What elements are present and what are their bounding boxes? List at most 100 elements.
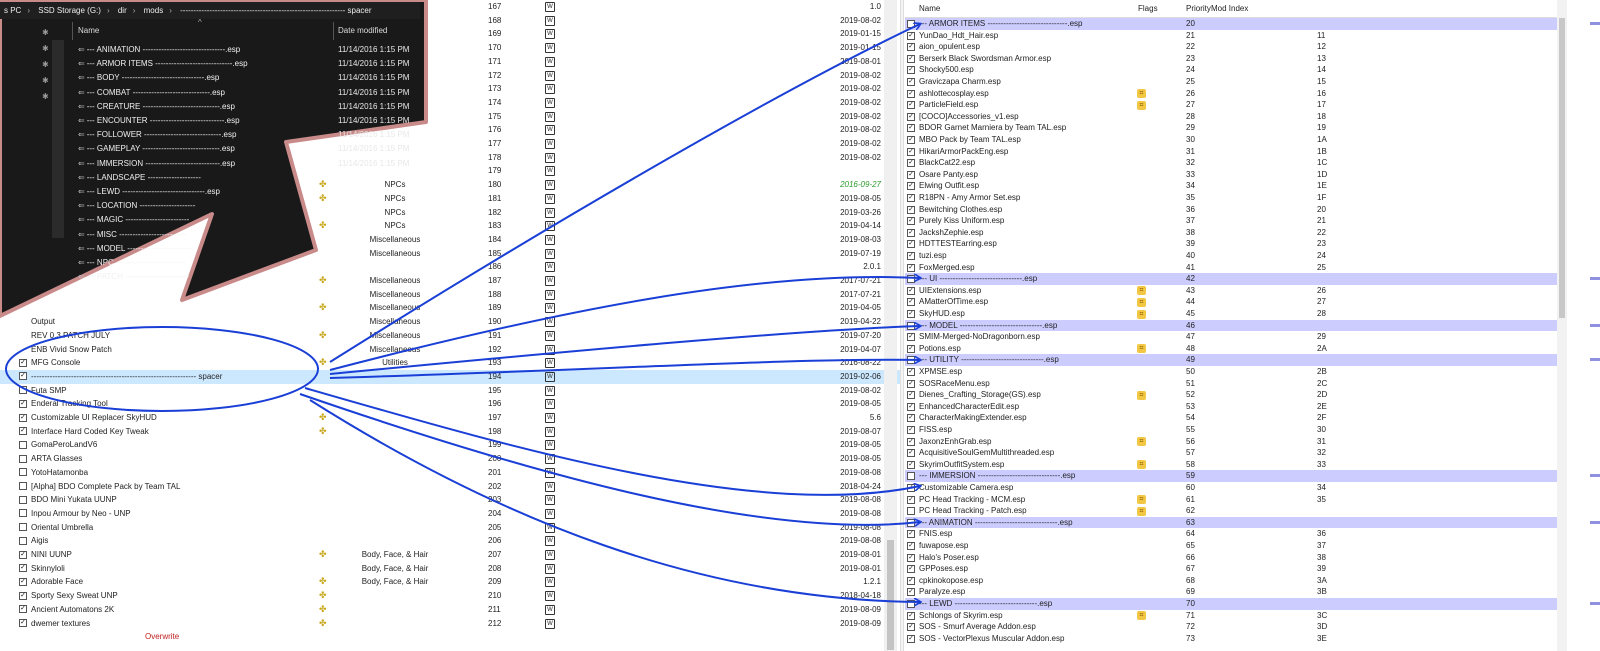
plugin-checkbox[interactable]: ✓ <box>907 484 915 492</box>
plugin-row[interactable]: ✓ FISS.esp 55 30 <box>905 424 1557 436</box>
nexus-icon[interactable]: W <box>545 440 555 451</box>
explorer-file-item[interactable]: ⇐ --- COMBAT ----------------------------… <box>78 86 409 100</box>
nexus-icon[interactable]: W <box>545 2 555 12</box>
plugin-row[interactable]: ✓ SOS - VectorPlexus Muscular Addon.esp 73… <box>905 633 1557 645</box>
plugin-checkbox[interactable]: ✓ <box>907 159 915 168</box>
nexus-icon[interactable]: W <box>545 234 555 245</box>
nexus-icon[interactable]: W <box>545 618 555 629</box>
plugin-checkbox[interactable]: ✓ <box>907 530 915 539</box>
explorer-file-item[interactable]: ⇐ --- ANIMATION -------------------------… <box>78 43 409 57</box>
mod-row[interactable]: Oriental Umbrella 205 W 2019-08-08 <box>0 521 900 535</box>
plugin-row[interactable]: ✓ Customizable Camera.esp 60 34 <box>905 482 1557 494</box>
plugin-checkbox[interactable]: ✓ <box>907 54 915 63</box>
mod-checkbox[interactable] <box>19 468 27 477</box>
overwrite-row[interactable]: Overwrite <box>0 630 900 644</box>
nexus-icon[interactable]: W <box>545 413 555 423</box>
nexus-icon[interactable]: W <box>545 180 555 191</box>
mod-row[interactable]: ARTA Glasses 200 W 2019-08-05 <box>0 452 900 466</box>
plugin-checkbox[interactable]: ✓ <box>907 205 915 214</box>
mod-checkbox[interactable]: ✓ <box>19 372 27 381</box>
nexus-icon[interactable]: W <box>545 207 555 218</box>
plugin-checkbox[interactable]: ✓ <box>907 136 915 144</box>
plugin-checkbox[interactable]: ✓ <box>907 542 915 550</box>
plugin-checkbox[interactable]: ✓ <box>907 124 915 133</box>
plugin-row[interactable]: ✓ Osare Panty.esp 33 1D <box>905 169 1557 181</box>
plugin-row[interactable]: ✓ Elwing Outfit.esp 34 1E <box>905 180 1557 192</box>
plugin-checkbox[interactable] <box>907 600 915 608</box>
plugin-checkbox[interactable]: ✓ <box>907 344 915 353</box>
pin-icon[interactable]: ✱ <box>42 44 49 53</box>
nexus-icon[interactable]: W <box>545 426 555 437</box>
plugin-separator-row[interactable]: --- IMMERSION --------------------------… <box>905 470 1557 482</box>
pane-splitter[interactable] <box>900 0 904 651</box>
nexus-icon[interactable]: W <box>545 84 555 95</box>
explorer-col-name[interactable]: Name <box>78 26 99 35</box>
plugin-row[interactable]: ✓ [COCO]Accessories_v1.esp 28 18 <box>905 111 1557 123</box>
plugin-row[interactable]: ✓ Shocky500.esp 24 14 <box>905 64 1557 76</box>
plugin-row[interactable]: ✓ SOSRaceMenu.esp 51 2C <box>905 378 1557 390</box>
mod-checkbox[interactable]: ✓ <box>19 564 27 573</box>
plugin-row[interactable]: ✓ Schlongs of Skyrim.esp ⌗ 71 3C <box>905 610 1557 622</box>
nexus-icon[interactable]: W <box>545 97 555 108</box>
plugin-row[interactable]: ✓ BDOR Garnet Marniera by Team TAL.esp 29 1… <box>905 122 1557 134</box>
nexus-icon[interactable]: W <box>545 495 555 506</box>
nexus-icon[interactable]: W <box>545 358 555 369</box>
pin-icon[interactable]: ✱ <box>42 92 49 101</box>
plugin-row[interactable]: ✓ cpkinokopose.esp 68 3A <box>905 575 1557 587</box>
plugin-checkbox[interactable]: ✓ <box>907 553 915 562</box>
mod-checkbox[interactable]: ✓ <box>19 591 27 600</box>
plugin-row[interactable]: ✓ R18PN - Amy Armor Set.esp 35 1F <box>905 192 1557 204</box>
mod-row[interactable]: ✓ Customizable UI Replacer SkyHUD ✤ 197 W 5.6 <box>0 411 900 425</box>
plugin-row[interactable]: ✓ JaxonzEnhGrab.esp ⌗ 56 31 <box>905 436 1557 448</box>
nexus-icon[interactable]: W <box>545 536 555 547</box>
plugin-checkbox[interactable]: ✓ <box>907 333 915 342</box>
mod-checkbox[interactable]: ✓ <box>19 399 27 408</box>
plugin-checkbox[interactable]: ✓ <box>907 170 915 179</box>
explorer-file-item[interactable]: ⇐ --- CREATURE --------------------------… <box>78 100 409 114</box>
plugin-row[interactable]: ✓ JackshZephie.esp 38 22 <box>905 227 1557 239</box>
plugin-checkbox[interactable]: ✓ <box>907 78 915 86</box>
plugin-col-priority[interactable]: Priority <box>1186 4 1211 13</box>
nexus-icon[interactable]: W <box>545 139 555 149</box>
nexus-icon[interactable]: W <box>545 43 555 54</box>
plugin-col-name[interactable]: Name <box>919 4 940 13</box>
nexus-icon[interactable]: W <box>545 111 555 122</box>
nexus-icon[interactable]: W <box>545 454 555 465</box>
plugin-checkbox[interactable]: ✓ <box>907 89 915 98</box>
plugin-separator-row[interactable]: --- ANIMATION --------------------------… <box>905 516 1557 529</box>
nexus-icon[interactable]: W <box>545 481 555 492</box>
plugin-checkbox[interactable]: ✓ <box>907 263 915 272</box>
plugin-col-modindex[interactable]: Mod Index <box>1211 4 1248 13</box>
plugin-checkbox[interactable]: ✓ <box>907 379 915 388</box>
plugin-row[interactable]: ✓ aion_opulent.esp 22 12 <box>905 41 1557 53</box>
nexus-icon[interactable]: W <box>545 591 555 602</box>
plugin-row[interactable]: ✓ Halo's Poser.esp 66 38 <box>905 552 1557 564</box>
plugin-row[interactable]: ✓ AMatterOfTime.esp ⌗ 44 27 <box>905 296 1557 308</box>
mod-row[interactable]: Futa SMP 195 W 2019-08-02 <box>0 384 900 398</box>
explorer-file-item[interactable]: ⇐ --- LOCATION --------------------- <box>78 199 195 213</box>
nexus-icon[interactable]: W <box>545 193 555 204</box>
mod-list-scrollbar[interactable] <box>884 0 897 651</box>
plugin-checkbox[interactable]: ✓ <box>907 112 915 121</box>
mod-checkbox[interactable]: ✓ <box>19 427 27 436</box>
breadcrumb-drive[interactable]: SSD Storage (G:) <box>38 6 101 15</box>
plugin-separator-row[interactable]: --- ARMOR ITEMS ------------------------… <box>905 18 1557 30</box>
explorer-file-item[interactable]: ⇐ --- BODY ------------------------------… <box>78 71 409 85</box>
nexus-icon[interactable]: W <box>545 248 555 259</box>
plugin-checkbox[interactable] <box>907 507 915 516</box>
plugin-row[interactable]: ✓ SkyHUD.esp ⌗ 45 28 <box>905 308 1557 320</box>
plugin-col-flags[interactable]: Flags <box>1138 4 1158 13</box>
plugin-row[interactable]: ✓ Bewitching Clothes.esp 36 20 <box>905 204 1557 216</box>
mod-row[interactable]: ✓ ---------------------------------------… <box>0 369 900 384</box>
plugin-checkbox[interactable]: ✓ <box>907 194 915 202</box>
plugin-row[interactable]: ✓ CharacterMakingExtender.esp 54 2F <box>905 412 1557 424</box>
mod-checkbox[interactable] <box>19 482 27 490</box>
breadcrumb-dir[interactable]: dir <box>118 6 127 15</box>
plugin-checkbox[interactable]: ✓ <box>907 449 915 458</box>
plugin-row[interactable]: ✓ HikariArmorPackEng.esp 31 1B <box>905 146 1557 158</box>
explorer-file-item[interactable]: ⇐ --- ENCOUNTER -------------------------… <box>78 114 409 128</box>
plugin-checkbox[interactable] <box>907 518 915 527</box>
explorer-file-item[interactable]: ⇐ --- NPC -------------------------- <box>78 256 185 270</box>
mod-checkbox[interactable] <box>19 509 27 518</box>
plugin-checkbox[interactable]: ✓ <box>907 182 915 191</box>
